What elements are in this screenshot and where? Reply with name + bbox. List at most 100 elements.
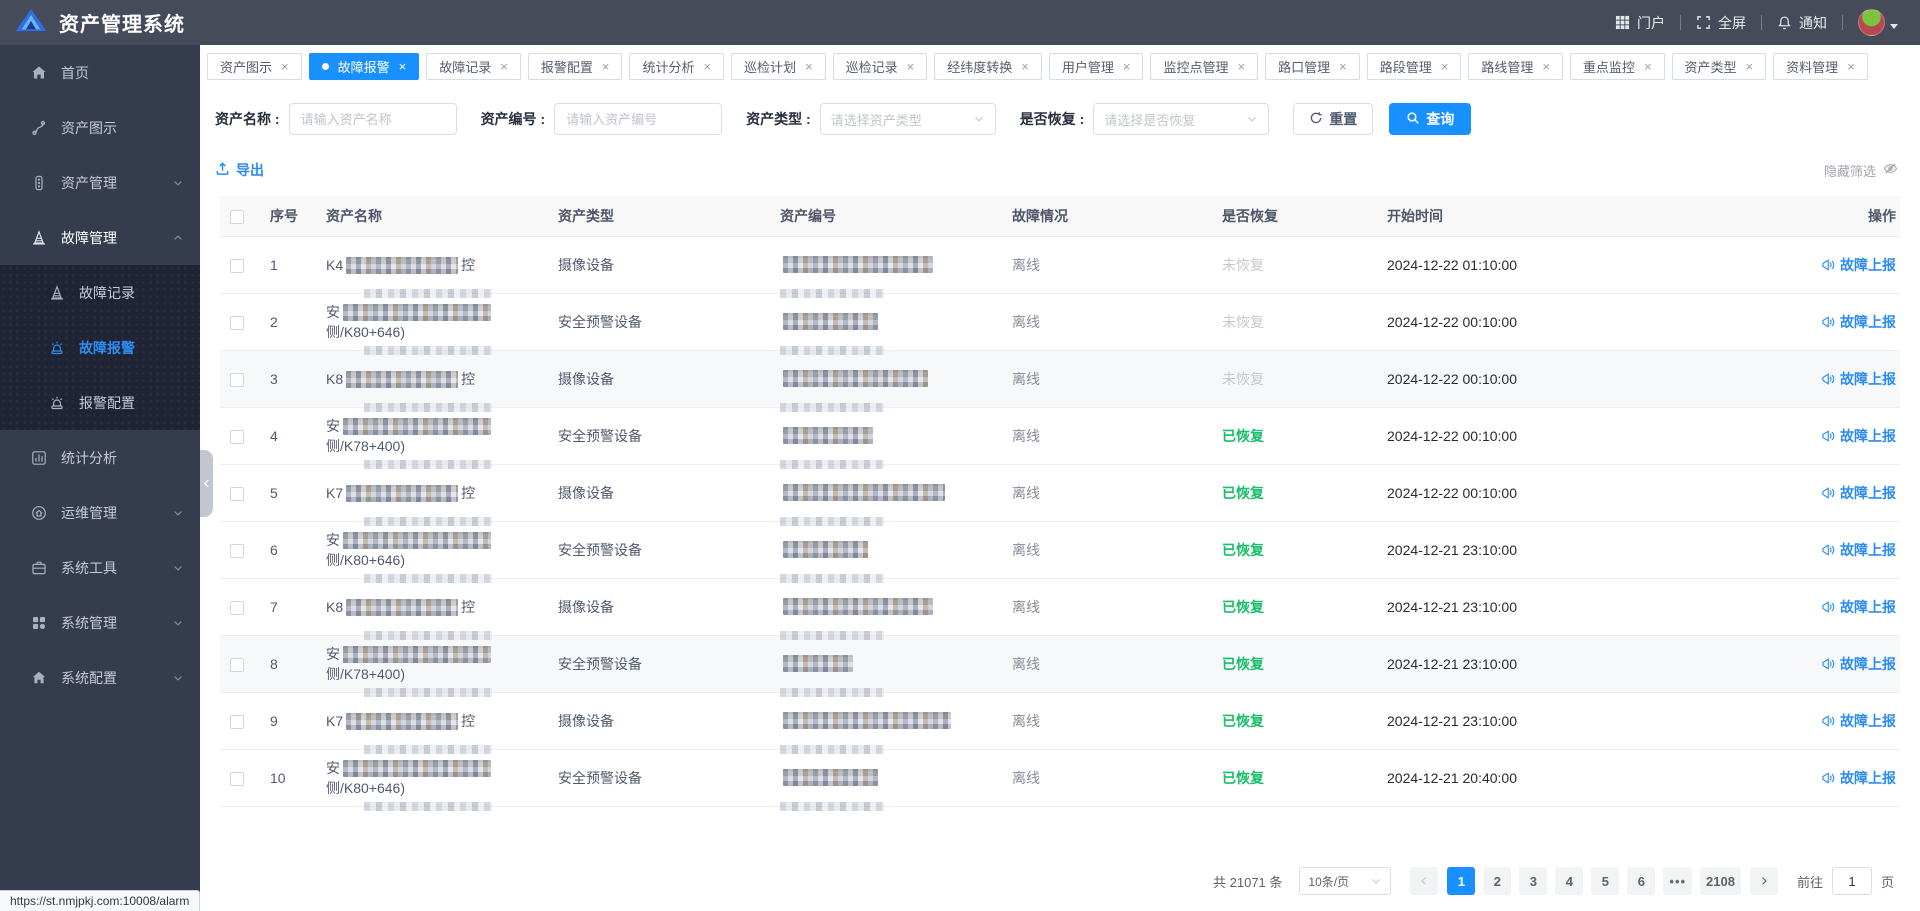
user-menu[interactable] (1858, 9, 1898, 36)
sidebar-item-2[interactable]: 资产管理 (0, 155, 200, 210)
tab-7[interactable]: 经纬度转换 × (934, 53, 1042, 80)
tab-15[interactable]: 资料管理 × (1773, 53, 1868, 80)
asset-code-input[interactable] (554, 103, 723, 135)
close-icon[interactable]: × (1746, 60, 1754, 73)
row-index: 7 (260, 578, 316, 636)
fault-report-link[interactable]: 故障上报 (1821, 768, 1896, 788)
fault-status-cell: 离线 (1002, 635, 1212, 693)
sidebar-item-1[interactable]: 资产图示 (0, 100, 200, 155)
tab-label: 故障记录 (439, 60, 492, 75)
page-button-6[interactable]: 6 (1627, 867, 1656, 895)
asset-name-input[interactable] (288, 103, 457, 135)
row-checkbox[interactable] (230, 429, 244, 444)
notifications-button[interactable]: 通知 (1777, 13, 1827, 33)
reset-button[interactable]: 重置 (1293, 103, 1374, 135)
sidebar-collapse-handle[interactable] (200, 450, 213, 517)
tab-0[interactable]: 资产图示 × (207, 53, 302, 80)
row-checkbox[interactable] (230, 372, 244, 387)
close-icon[interactable]: × (1441, 60, 1449, 73)
prev-page-button[interactable] (1410, 867, 1439, 895)
sidebar-item-4[interactable]: 统计分析 (0, 430, 200, 485)
fault-report-link[interactable]: 故障上报 (1821, 255, 1896, 275)
close-icon[interactable]: × (703, 60, 711, 73)
fault-report-link[interactable]: 故障上报 (1821, 426, 1896, 446)
close-icon[interactable]: × (1644, 60, 1652, 73)
row-checkbox[interactable] (230, 258, 244, 273)
tab-13[interactable]: 重点监控 × (1569, 53, 1665, 80)
fault-report-link[interactable]: 故障上报 (1821, 711, 1896, 731)
sidebar-item-0[interactable]: 首页 (0, 45, 200, 100)
fault-report-link[interactable]: 故障上报 (1821, 540, 1896, 560)
fault-report-link[interactable]: 故障上报 (1821, 369, 1896, 389)
redacted-asset-code (783, 655, 853, 672)
fault-report-link[interactable]: 故障上报 (1821, 312, 1896, 332)
sidebar-item-8[interactable]: 系统配置 (0, 650, 200, 705)
tab-label: 资料管理 (1786, 60, 1839, 75)
tab-10[interactable]: 路口管理 × (1265, 53, 1360, 80)
sidebar-subitem-3-2[interactable]: 报警配置 (0, 375, 200, 430)
fullscreen-button[interactable]: 全屏 (1696, 13, 1746, 33)
page-button-3[interactable]: 3 (1519, 867, 1548, 895)
fault-report-link[interactable]: 故障上报 (1821, 654, 1896, 674)
portal-button[interactable]: 门户 (1615, 13, 1665, 33)
tab-14[interactable]: 资产类型 × (1671, 53, 1767, 80)
sidebar-item-7[interactable]: 系统管理 (0, 595, 200, 650)
search-button[interactable]: 查询 (1389, 103, 1472, 135)
row-checkbox[interactable] (230, 771, 244, 786)
close-icon[interactable]: × (399, 60, 407, 73)
next-page-button[interactable] (1749, 867, 1778, 895)
row-checkbox[interactable] (230, 657, 244, 672)
recover-select[interactable]: 请选择是否恢复 (1093, 103, 1270, 135)
close-icon[interactable]: × (805, 60, 813, 73)
asset-name-cell: 安侧/K78+400) (316, 635, 548, 697)
redacted-asset-code (783, 541, 868, 558)
asset-type-select[interactable]: 请选择资产类型 (819, 103, 996, 135)
goto-page-input[interactable] (1831, 867, 1872, 895)
close-icon[interactable]: × (907, 60, 915, 73)
sidebar-subitem-3-0[interactable]: 故障记录 (0, 265, 200, 320)
start-time-cell: 2024-12-22 00:10:00 (1377, 293, 1797, 351)
tab-11[interactable]: 路段管理 × (1366, 53, 1462, 80)
close-icon[interactable]: × (500, 60, 508, 73)
asset-name-prefix: 安 (326, 303, 340, 320)
fault-report-link[interactable]: 故障上报 (1821, 597, 1896, 617)
hide-filter-button[interactable]: 隐藏筛选 (1824, 161, 1898, 180)
sidebar-item-3[interactable]: 故障管理 (0, 210, 200, 265)
row-checkbox[interactable] (230, 315, 244, 330)
tab-9[interactable]: 监控点管理 × (1150, 53, 1259, 80)
sidebar-item-6[interactable]: 系统工具 (0, 540, 200, 595)
tab-6[interactable]: 巡检记录 × (832, 53, 928, 80)
row-checkbox[interactable] (230, 543, 244, 558)
row-checkbox[interactable] (230, 486, 244, 501)
row-checkbox[interactable] (230, 600, 244, 615)
page-button-1[interactable]: 1 (1447, 867, 1476, 895)
tab-12[interactable]: 路线管理 × (1468, 53, 1563, 80)
page-button-2[interactable]: 2 (1483, 867, 1512, 895)
close-icon[interactable]: × (602, 60, 610, 73)
table-row: 9 K7 控 摄像设备 离线 已恢复 2024-12-21 23:10:00 故障… (220, 692, 1900, 754)
sidebar-subitem-3-1[interactable]: 故障报警 (0, 320, 200, 375)
tab-4[interactable]: 统计分析 × (629, 53, 725, 80)
select-all-checkbox[interactable] (230, 209, 244, 224)
close-icon[interactable]: × (1339, 60, 1347, 73)
export-button[interactable]: 导出 (215, 160, 264, 180)
tab-8[interactable]: 用户管理 × (1048, 53, 1144, 80)
close-icon[interactable]: × (1542, 60, 1550, 73)
tab-1[interactable]: 故障报警 × (308, 53, 420, 80)
close-icon[interactable]: × (281, 60, 289, 73)
row-checkbox[interactable] (230, 714, 244, 729)
tab-3[interactable]: 报警配置 × (527, 53, 623, 80)
close-icon[interactable]: × (1847, 60, 1855, 73)
page-button-4[interactable]: 4 (1555, 867, 1584, 895)
fault-report-link[interactable]: 故障上报 (1821, 483, 1896, 503)
sidebar-item-5[interactable]: 运维管理 (0, 485, 200, 540)
close-icon[interactable]: × (1021, 60, 1029, 73)
tab-5[interactable]: 巡检计划 × (731, 53, 826, 80)
close-icon[interactable]: × (1238, 60, 1246, 73)
page-button-5[interactable]: 5 (1591, 867, 1620, 895)
tab-2[interactable]: 故障记录 × (426, 53, 521, 80)
page-size-select[interactable]: 10条/页 (1299, 867, 1392, 895)
pager-ellipsis[interactable]: ••• (1663, 867, 1693, 895)
page-button-2108[interactable]: 2108 (1700, 867, 1741, 895)
close-icon[interactable]: × (1123, 60, 1131, 73)
